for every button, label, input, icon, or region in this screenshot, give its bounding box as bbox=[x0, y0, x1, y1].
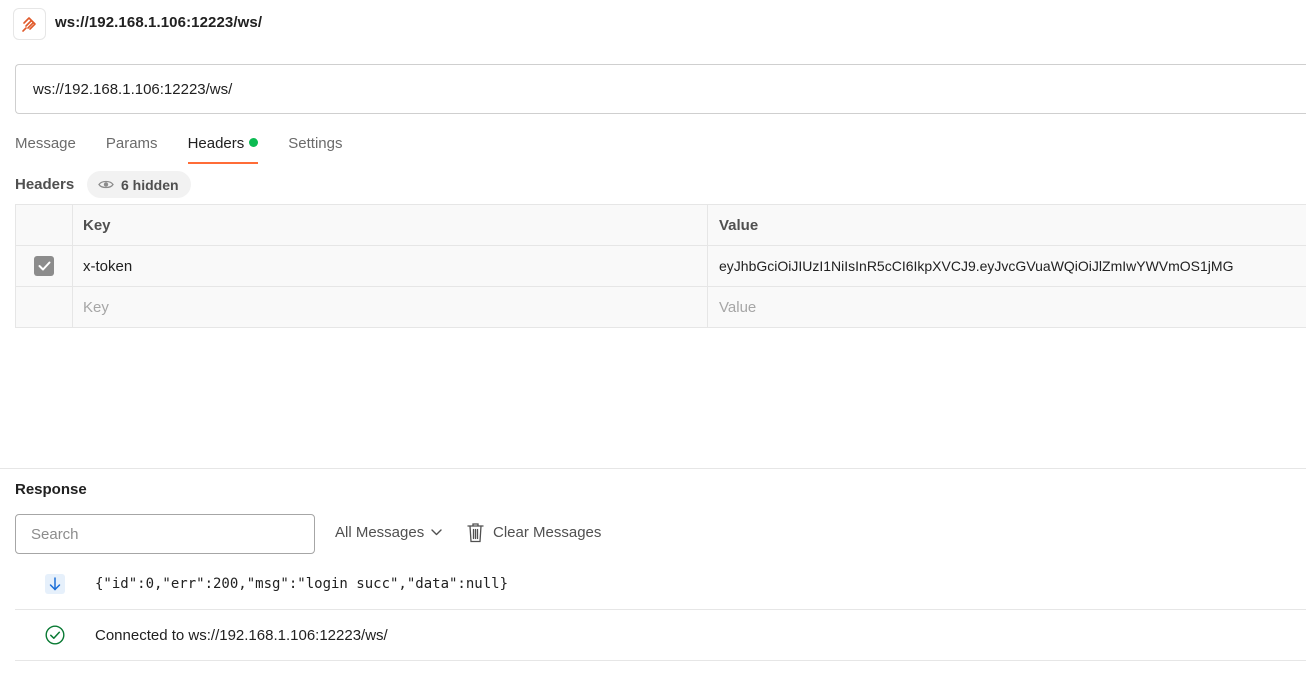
row-checkbox-cell bbox=[15, 246, 73, 286]
header-value-cell[interactable]: eyJhbGciOiJIUzI1NiIsInR5cCI6IkpXVCJ9.eyJ… bbox=[708, 246, 1306, 286]
headers-indicator-dot bbox=[249, 138, 259, 147]
tab-headers[interactable]: Headers bbox=[187, 132, 259, 164]
message-text: {"id":0,"err":200,"msg":"login succ","da… bbox=[95, 576, 509, 592]
message-filter-dropdown[interactable]: All Messages bbox=[335, 524, 442, 541]
tab-settings[interactable]: Settings bbox=[288, 132, 342, 164]
headers-table: Key Value x-token eyJhbGciOiJIUzI1NiIsIn… bbox=[15, 204, 1306, 328]
url-input[interactable]: ws://192.168.1.106:12223/ws/ bbox=[15, 64, 1306, 114]
message-text: Connected to ws://192.168.1.106:12223/ws… bbox=[95, 626, 388, 644]
header-key-cell[interactable]: x-token bbox=[73, 246, 708, 286]
table-header-row: Key Value bbox=[15, 205, 1306, 246]
tab-params[interactable]: Params bbox=[106, 132, 158, 164]
chevron-down-icon bbox=[431, 529, 442, 536]
arrow-down-icon bbox=[45, 574, 65, 594]
new-value-input[interactable]: Value bbox=[708, 287, 1306, 327]
check-circle-icon bbox=[45, 625, 65, 645]
list-item[interactable]: Connected to ws://192.168.1.106:12223/ws… bbox=[15, 610, 1306, 661]
message-search-input[interactable] bbox=[15, 514, 315, 554]
request-tabs: Message Params Headers Settings bbox=[15, 132, 372, 164]
list-item[interactable]: {"id":0,"err":200,"msg":"login succ","da… bbox=[15, 559, 1306, 610]
header-enabled-checkbox[interactable] bbox=[34, 256, 54, 276]
row-checkbox-cell-empty bbox=[15, 287, 73, 327]
new-key-input[interactable]: Key bbox=[73, 287, 708, 327]
checkmark-icon bbox=[38, 261, 50, 271]
response-title: Response bbox=[15, 481, 87, 498]
table-row: x-token eyJhbGciOiJIUzI1NiIsInR5cCI6IkpX… bbox=[15, 246, 1306, 287]
table-row-new: Key Value bbox=[15, 287, 1306, 328]
hidden-headers-toggle[interactable]: 6 hidden bbox=[87, 171, 191, 198]
value-column-header: Value bbox=[719, 216, 759, 234]
request-title: ws://192.168.1.106:12223/ws/ bbox=[55, 14, 263, 31]
pane-divider[interactable] bbox=[0, 468, 1306, 469]
trash-icon bbox=[467, 522, 484, 543]
tab-message[interactable]: Message bbox=[15, 132, 76, 164]
clear-messages-button[interactable]: Clear Messages bbox=[467, 522, 601, 543]
websocket-request-icon bbox=[13, 8, 46, 40]
checkbox-column-header bbox=[15, 205, 73, 245]
eye-icon bbox=[98, 179, 114, 190]
headers-label: Headers bbox=[15, 176, 75, 193]
key-column-header: Key bbox=[73, 205, 708, 245]
